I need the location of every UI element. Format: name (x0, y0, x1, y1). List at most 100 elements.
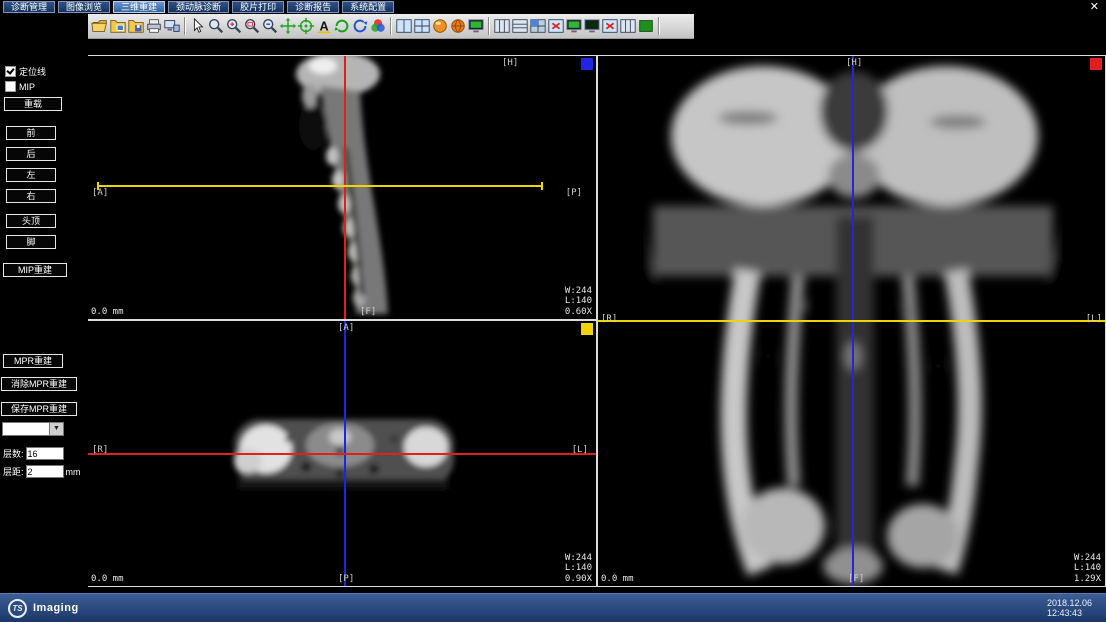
zoom-in-icon[interactable] (225, 15, 243, 37)
position-value: 0.0 mm (91, 574, 124, 584)
close-series-icon[interactable] (547, 15, 565, 37)
locator-line-checkbox-row[interactable]: 定位线 (5, 65, 46, 78)
compare-series-icon[interactable] (619, 15, 637, 37)
film-rows-icon[interactable] (511, 15, 529, 37)
toolbar-separator (390, 17, 392, 35)
mip-rebuild-button[interactable]: MIP重建 (3, 263, 67, 277)
head-button[interactable]: 头顶 (6, 214, 56, 228)
save-folder-icon[interactable] (127, 15, 145, 37)
datetime-display: 2018.12.06 12:43:43 (1047, 598, 1092, 618)
toolbar-icons: A (91, 15, 663, 37)
crosshair-locate-icon[interactable] (297, 15, 315, 37)
close-button[interactable]: ✕ (1090, 0, 1099, 14)
mpr-remove-button[interactable]: 消除MPR重建 (1, 377, 77, 391)
cine-play-icon[interactable] (467, 15, 485, 37)
viewport-stage: [H] [A] [P] [F] W:244 L:140 0.60X 0.0 mm (88, 55, 1106, 587)
volume-3d-icon[interactable] (449, 15, 467, 37)
sidebar: 定位线 MIP 重载 前 后 左 右 头顶 脚 MIP重建 MPR重建 消除MP… (0, 39, 88, 594)
sagittal-vertical-crosshair[interactable] (344, 56, 346, 319)
chevron-down-icon[interactable]: ▼ (49, 423, 63, 435)
orientation-label-top: [H] (502, 58, 518, 68)
annotation-icon[interactable]: A (315, 15, 333, 37)
position-value: 0.0 mm (91, 307, 124, 317)
rotate-icon[interactable] (351, 15, 369, 37)
time-value: 12:43:43 (1047, 608, 1092, 618)
orientation-label-left: [R] (92, 445, 108, 455)
orientation-label-bottom: [F] (360, 307, 376, 317)
toolbar: A (88, 14, 694, 39)
level-value: L:140 (565, 563, 592, 573)
orientation-label-top: [A] (338, 323, 354, 333)
zoom-region-icon[interactable] (243, 15, 261, 37)
print-icon[interactable] (145, 15, 163, 37)
display-off-icon[interactable] (583, 15, 601, 37)
back-button[interactable]: 后 (6, 147, 56, 161)
logo-icon: TS (8, 599, 27, 618)
reload-button[interactable]: 重载 (4, 97, 62, 111)
mip-checkbox-row[interactable]: MIP (5, 81, 35, 92)
locator-line-checkbox[interactable] (5, 66, 16, 77)
window-value: W:244 (565, 553, 592, 563)
pointer-tool-icon[interactable] (189, 15, 207, 37)
menu-tab-film-print[interactable]: 胶片打印 (232, 1, 284, 13)
pan-tool-icon[interactable] (279, 15, 297, 37)
menu-tab-system-config[interactable]: 系统配置 (342, 1, 394, 13)
window-preset-icon[interactable] (431, 15, 449, 37)
foot-button[interactable]: 脚 (6, 235, 56, 249)
right-button[interactable]: 右 (6, 189, 56, 203)
menu-bar: 诊断管理图像浏览三维重建颈动脉诊断胶片打印诊断报告系统配置 ✕ (0, 0, 1106, 14)
layout-1x2-icon[interactable] (395, 15, 413, 37)
viewport-axial[interactable]: [A] [R] [L] [P] W:244 L:140 0.90X 0.0 mm (88, 321, 596, 586)
zoom-tool-icon[interactable] (207, 15, 225, 37)
open-exam-folder-icon[interactable] (91, 15, 109, 37)
mip-label: MIP (19, 82, 35, 92)
sagittal-select-marker[interactable] (581, 58, 593, 70)
sagittal-horizontal-crosshair[interactable] (98, 185, 542, 187)
viewport-sagittal[interactable]: [H] [A] [P] [F] W:244 L:140 0.60X 0.0 mm (88, 56, 596, 319)
menu-tab-image-browse[interactable]: 图像浏览 (58, 1, 110, 13)
viewport-coronal[interactable]: [H] [R] [L] [F] W:244 L:140 1.29X 0.0 mm (598, 56, 1105, 586)
axial-horizontal-crosshair[interactable] (88, 453, 596, 455)
coronal-horizontal-crosshair[interactable] (598, 320, 1105, 322)
image-folder-icon[interactable] (109, 15, 127, 37)
zoom-value: 1.29X (1074, 574, 1101, 584)
front-button[interactable]: 前 (6, 126, 56, 140)
layer-count-row: 层数: (3, 447, 64, 460)
orientation-label-bottom: [P] (338, 574, 354, 584)
menu-tab-reconstruction-3d[interactable]: 三维重建 (113, 1, 165, 13)
orientation-label-right: [L] (572, 445, 588, 455)
mpr-preset-select[interactable]: ▼ (2, 422, 64, 436)
menu-tabs: 诊断管理图像浏览三维重建颈动脉诊断胶片打印诊断报告系统配置 (0, 1, 394, 13)
fullscreen-icon[interactable] (637, 15, 655, 37)
display-on-icon[interactable] (565, 15, 583, 37)
pseudo-color-icon[interactable] (369, 15, 387, 37)
orientation-label-bottom: [F] (848, 574, 864, 584)
window-value: W:244 (1074, 553, 1101, 563)
tile-layout-icon[interactable] (529, 15, 547, 37)
workstation-icon[interactable] (163, 15, 181, 37)
left-button[interactable]: 左 (6, 168, 56, 182)
layer-spacing-label: 层距: (3, 465, 24, 478)
locator-line-label: 定位线 (19, 65, 46, 78)
menu-tab-diagnosis-management[interactable]: 诊断管理 (3, 1, 55, 13)
logo-text: Imaging (33, 602, 79, 614)
refresh-icon[interactable] (333, 15, 351, 37)
film-columns-icon[interactable] (493, 15, 511, 37)
mpr-rebuild-button[interactable]: MPR重建 (3, 354, 63, 368)
orientation-label-left: [R] (601, 314, 617, 324)
layer-count-input[interactable] (26, 447, 64, 460)
layer-spacing-row: 层距: mm (3, 465, 81, 478)
window-level-readout: W:244 L:140 (1074, 553, 1101, 573)
layout-2x2-icon[interactable] (413, 15, 431, 37)
mpr-save-button[interactable]: 保存MPR重建 (1, 402, 77, 416)
coronal-select-marker[interactable] (1090, 58, 1102, 70)
orientation-label-right: [P] (566, 188, 582, 198)
mip-checkbox[interactable] (5, 81, 16, 92)
layer-spacing-input[interactable] (26, 465, 64, 478)
status-bar: TS Imaging 2018.12.06 12:43:43 (0, 593, 1106, 622)
menu-tab-carotid-diagnosis[interactable]: 颈动脉诊断 (168, 1, 229, 13)
clear-view-icon[interactable] (601, 15, 619, 37)
menu-tab-diagnosis-report[interactable]: 诊断报告 (287, 1, 339, 13)
axial-select-marker[interactable] (581, 323, 593, 335)
magnifier-icon[interactable] (261, 15, 279, 37)
